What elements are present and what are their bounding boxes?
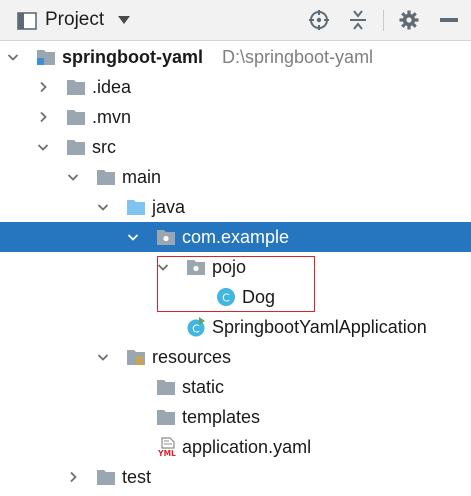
folder-icon	[156, 408, 176, 426]
chevron-down-icon[interactable]	[127, 231, 139, 243]
chevron-down-icon[interactable]	[37, 141, 49, 153]
tree-item-static[interactable]: static	[0, 372, 471, 402]
tree-item-idea[interactable]: .idea	[0, 72, 471, 102]
package-icon	[186, 258, 206, 276]
tree-item-label: templates	[182, 407, 261, 427]
gear-icon[interactable]	[398, 9, 420, 31]
tree-item-label: SpringbootYamlApplication	[212, 317, 427, 337]
yaml-file-icon	[156, 436, 178, 458]
tree-item-label: .idea	[92, 77, 132, 97]
project-view-title[interactable]: Project	[45, 9, 104, 31]
locate-icon[interactable]	[308, 9, 330, 31]
chevron-down-icon[interactable]	[117, 15, 131, 25]
tree-item-springboot-yaml-application[interactable]: SpringbootYamlApplication	[0, 312, 471, 342]
module-folder-icon	[36, 48, 56, 66]
tree-item-templates[interactable]: templates	[0, 402, 471, 432]
tree-item-label: .mvn	[92, 107, 132, 127]
tree-item-label: springboot-yaml	[62, 47, 204, 67]
folder-icon	[96, 468, 116, 486]
chevron-down-icon[interactable]	[97, 351, 109, 363]
hide-icon[interactable]	[439, 17, 459, 23]
spring-boot-app-icon	[186, 317, 206, 337]
folder-icon	[156, 378, 176, 396]
tree-item-label: java	[152, 197, 186, 217]
chevron-down-icon[interactable]	[157, 261, 169, 273]
chevron-down-icon[interactable]	[97, 201, 109, 213]
folder-icon	[66, 108, 86, 126]
tree-item-main[interactable]: main	[0, 162, 471, 192]
chevron-down-icon[interactable]	[7, 51, 19, 63]
tree-item-label: com.example	[182, 227, 290, 247]
module-path: D:\springboot-yaml	[222, 47, 374, 67]
toolbar-separator	[383, 10, 384, 31]
chevron-right-icon[interactable]	[37, 81, 49, 93]
project-view-icon[interactable]	[17, 11, 37, 31]
resources-folder-icon	[126, 348, 146, 366]
tree-item-application-yaml[interactable]: application.yaml	[0, 432, 471, 462]
tree-item-springboot-yaml[interactable]: springboot-yaml D:\springboot-yaml	[0, 42, 471, 72]
chevron-right-icon[interactable]	[67, 471, 79, 483]
tree-item-label: Dog	[242, 287, 276, 307]
collapse-all-icon[interactable]	[347, 9, 369, 31]
folder-icon	[96, 168, 116, 186]
chevron-right-icon[interactable]	[37, 111, 49, 123]
tree-item-java[interactable]: java	[0, 192, 471, 222]
source-folder-icon	[126, 198, 146, 216]
folder-icon	[66, 78, 86, 96]
tree-item-label: test	[122, 467, 152, 487]
package-icon	[156, 228, 176, 246]
folder-icon	[66, 138, 86, 156]
tree-item-label: resources	[152, 347, 232, 367]
tree-item-label: src	[92, 137, 116, 157]
project-toolbar: Project	[0, 0, 471, 41]
tree-item-mvn[interactable]: .mvn	[0, 102, 471, 132]
chevron-down-icon[interactable]	[67, 171, 79, 183]
tree-item-test[interactable]: test	[0, 462, 471, 492]
tree-item-label: static	[182, 377, 225, 397]
tree-item-com-example[interactable]: com.example	[0, 222, 471, 252]
tree-item-label: pojo	[212, 257, 247, 277]
tree-item-pojo[interactable]: pojo	[0, 252, 471, 282]
tree-item-dog[interactable]: Dog	[0, 282, 471, 312]
tree-item-label: application.yaml	[182, 437, 312, 457]
tree-item-resources[interactable]: resources	[0, 342, 471, 372]
tree-item-src[interactable]: src	[0, 132, 471, 162]
class-icon	[216, 287, 236, 307]
tree-item-label: main	[122, 167, 162, 187]
